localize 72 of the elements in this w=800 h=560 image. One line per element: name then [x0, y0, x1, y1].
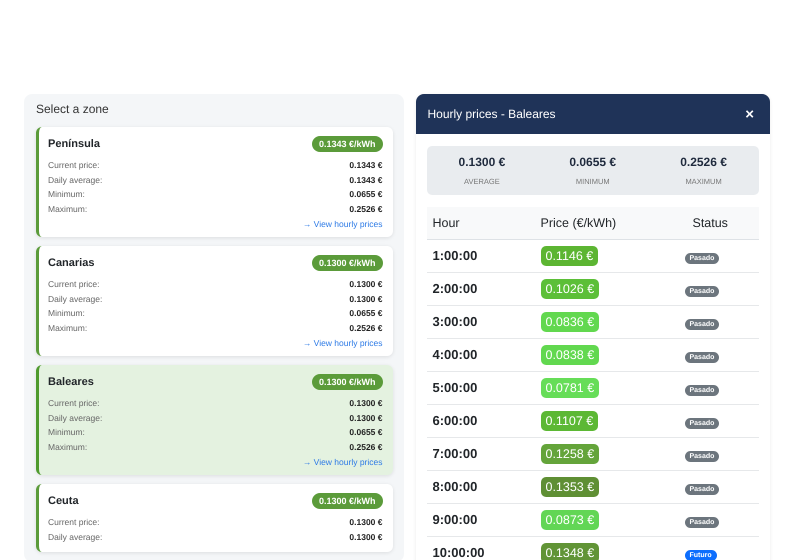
stat-label: Maximum: — [48, 442, 88, 452]
modal-title: Hourly prices - Baleares — [428, 107, 556, 121]
stat-label: Minimum: — [48, 427, 85, 438]
zone-card[interactable]: Baleares 0.1300 €/kWh Current price: 0.1300 € Daily average: 0.1300 € Minimum: 0.0655 € Maximum: 0.2526 € → View hourly prices — [36, 365, 392, 475]
stat-label: Current price: — [48, 160, 100, 170]
stat-value: 0.1343 € — [349, 160, 382, 170]
price-badge: 0.1300 €/kWh — [312, 493, 382, 509]
price-pill: 0.1146 € — [540, 246, 598, 266]
stat-label: Current price: — [48, 517, 100, 528]
stat-label: Maximum: — [48, 322, 88, 333]
zone-card[interactable]: Canarias 0.1300 €/kWh Current price: 0.1300 € Daily average: 0.1300 € Minimum: 0.0655 € Maximum: 0.2526 € → View hourly prices — [36, 246, 392, 356]
price-pill: 0.0781 € — [540, 378, 600, 398]
zone-card[interactable]: Península 0.1343 €/kWh Current price: 0.1343 € Daily average: 0.1343 € Minimum: 0.0655 € Maximum: 0.2526 € → View hourly prices — [36, 127, 392, 237]
stat-label: Minimum: — [48, 308, 85, 318]
hourly-prices-link[interactable]: → View hourly prices — [302, 457, 382, 467]
column-header: Status — [692, 216, 729, 230]
price-pill: 0.1026 € — [540, 279, 600, 299]
hour-cell: 10:00:00 — [432, 545, 485, 560]
price-pill: 0.1348 € — [540, 543, 600, 560]
price-pill: 0.1353 € — [540, 477, 600, 497]
summary-value: 0.2526 € — [680, 155, 727, 169]
hourly-prices-link[interactable]: → View hourly prices — [302, 219, 382, 229]
hourly-prices-link[interactable]: → View hourly prices — [302, 338, 382, 348]
stat-value: 0.0655 € — [349, 308, 382, 318]
hour-cell: 7:00:00 — [432, 446, 478, 461]
panel-title: Select a zone — [36, 102, 110, 116]
stat-label: Current price: — [48, 398, 100, 408]
zone-name: Baleares — [48, 376, 94, 388]
stat-value: 0.1300 € — [349, 532, 382, 542]
price-badge: 0.1343 €/kWh — [312, 136, 382, 152]
stat-value: 0.0655 € — [349, 189, 382, 200]
zone-name: Canarias — [48, 257, 94, 269]
stat-label: Daily average: — [48, 174, 102, 185]
stat-value: 0.1300 € — [349, 517, 382, 528]
column-header: Price (€/kWh) — [540, 216, 618, 230]
price-badge: 0.1300 €/kWh — [312, 374, 382, 390]
stat-value: 0.2526 € — [349, 322, 382, 333]
hour-cell: 8:00:00 — [432, 479, 478, 494]
stat-value: 0.0655 € — [349, 427, 382, 438]
hour-cell: 4:00:00 — [432, 347, 478, 362]
stat-label: Current price: — [48, 279, 100, 290]
stat-value: 0.1300 € — [349, 294, 382, 304]
stat-value: 0.1300 € — [349, 279, 382, 290]
hour-cell: 1:00:00 — [432, 248, 478, 263]
stat-label: Daily average: — [48, 412, 102, 423]
price-pill: 0.0838 € — [540, 345, 600, 365]
stat-value: 0.1300 € — [349, 412, 382, 423]
price-pill: 0.0836 € — [540, 312, 600, 332]
stat-label: Daily average: — [48, 532, 102, 542]
zone-name: Península — [48, 138, 100, 150]
summary-value: 0.1300 € — [458, 155, 506, 169]
stat-value: 0.1300 € — [349, 398, 382, 408]
price-badge: 0.1300 €/kWh — [312, 255, 382, 271]
close-button[interactable]: × — [741, 106, 758, 122]
hour-cell: 6:00:00 — [432, 413, 478, 428]
stat-value: 0.2526 € — [349, 442, 382, 452]
stat-value: 0.2526 € — [349, 204, 382, 214]
column-header: Hour — [432, 216, 461, 230]
hour-cell: 2:00:00 — [432, 281, 478, 296]
hour-cell: 9:00:00 — [432, 512, 478, 527]
price-pill: 0.1258 € — [540, 444, 600, 464]
stat-label: Maximum: — [48, 204, 88, 214]
hour-cell: 3:00:00 — [432, 314, 478, 329]
price-pill: 0.0873 € — [540, 510, 600, 530]
hour-cell: 5:00:00 — [432, 380, 478, 395]
stat-label: Daily average: — [48, 294, 102, 304]
stat-label: Minimum: — [48, 189, 85, 200]
price-pill: 0.1107 € — [540, 411, 598, 431]
zone-card[interactable]: Ceuta 0.1300 €/kWh Current price: 0.1300 € Daily average: 0.1300 € — [36, 484, 392, 552]
stat-value: 0.1343 € — [349, 174, 382, 185]
summary-value: 0.0655 € — [569, 155, 616, 169]
zone-name: Ceuta — [48, 495, 79, 507]
